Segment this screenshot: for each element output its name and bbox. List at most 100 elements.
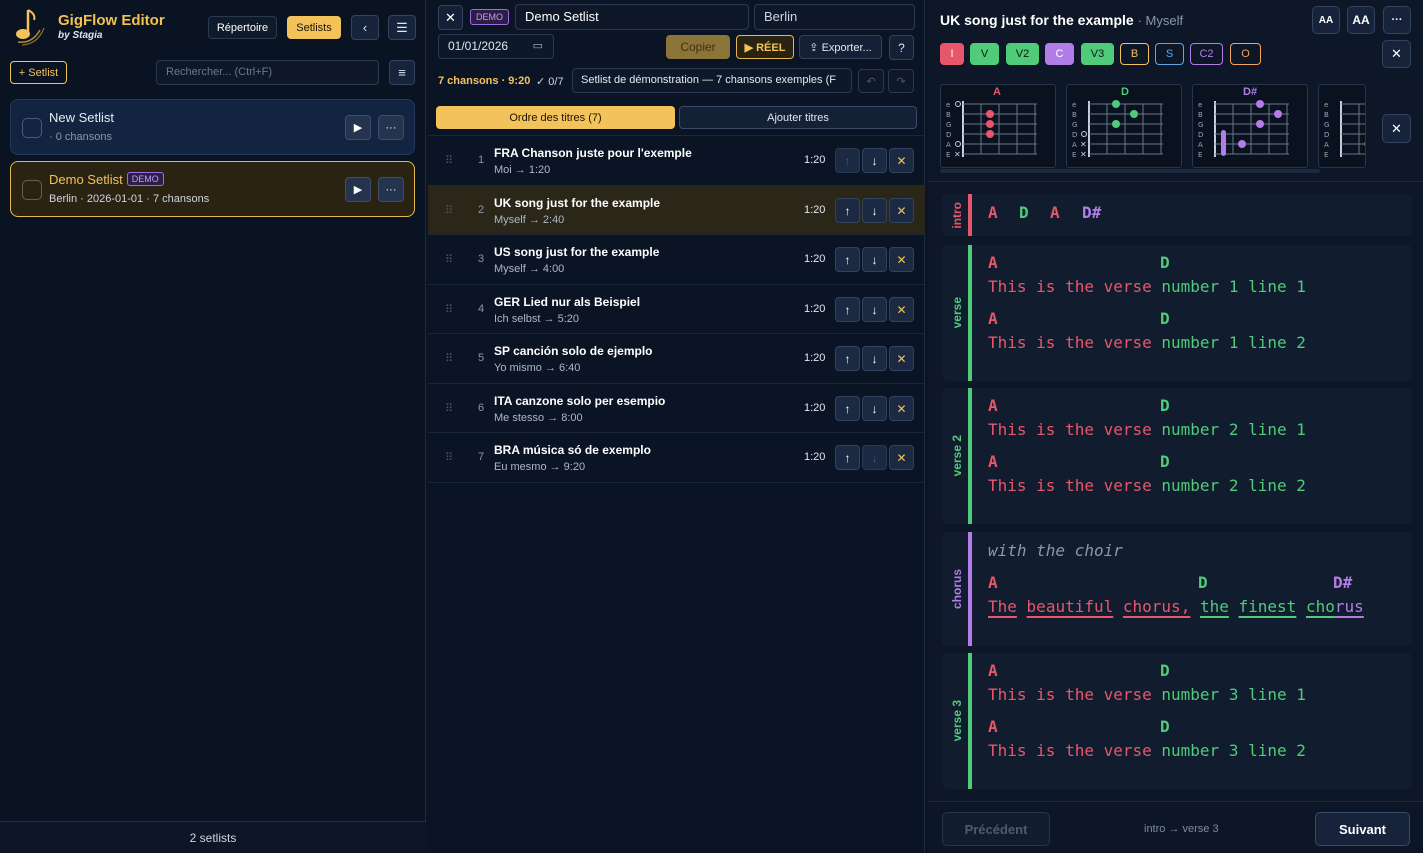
undo-icon: ↶ bbox=[866, 75, 876, 88]
song-row[interactable]: ⠿ 5 SP canción solo de ejemplo Yo mismo … bbox=[428, 333, 925, 382]
song-artist-time: Ich selbst → 5:20 bbox=[494, 313, 579, 325]
add-setlist-button[interactable]: + Setlist bbox=[10, 61, 67, 84]
setlist-card-selected[interactable]: Demo Setlist DEMO Berlin · 2026-01-01 · 7… bbox=[10, 161, 415, 217]
checkbox[interactable] bbox=[22, 118, 42, 138]
song-row[interactable]: ⠿ 4 GER Lied nur als Beispiel Ich selbst… bbox=[428, 284, 925, 333]
section-chip[interactable]: V bbox=[970, 43, 999, 65]
font-smaller-button[interactable]: AA bbox=[1312, 6, 1340, 34]
close-editor-button[interactable]: ✕ bbox=[438, 5, 463, 30]
section-chip[interactable]: C2 bbox=[1190, 43, 1223, 65]
more-button[interactable]: ··· bbox=[378, 177, 404, 202]
remove-song-button[interactable]: ✕ bbox=[889, 198, 914, 223]
move-up-button[interactable]: ↑ bbox=[835, 247, 860, 272]
section-verse: verse 3 A D This is the verse number 3 l… bbox=[942, 653, 1412, 789]
font-larger-button[interactable]: AA bbox=[1347, 6, 1375, 34]
section-chip[interactable]: V3 bbox=[1081, 43, 1114, 65]
svg-text:G: G bbox=[1072, 121, 1077, 129]
move-up-button[interactable]: ↑ bbox=[835, 445, 860, 470]
svg-text:E: E bbox=[1072, 151, 1076, 159]
hamburger-menu-icon: ☰ bbox=[396, 19, 408, 35]
move-down-button[interactable]: ↓ bbox=[862, 297, 887, 322]
drag-handle-icon[interactable]: ⠿ bbox=[445, 154, 453, 167]
svg-text:A: A bbox=[1198, 141, 1203, 149]
drag-handle-icon[interactable]: ⠿ bbox=[445, 303, 453, 316]
move-down-button[interactable]: ↓ bbox=[862, 445, 887, 470]
play-button[interactable]: ▶ bbox=[345, 115, 371, 140]
repertoire-button[interactable]: Répertoire bbox=[208, 16, 277, 39]
move-down-button[interactable]: ↓ bbox=[862, 396, 887, 421]
tab-add-songs[interactable]: Ajouter titres bbox=[679, 106, 917, 129]
move-down-button[interactable]: ↓ bbox=[862, 198, 887, 223]
setlists-button[interactable]: Setlists bbox=[287, 16, 341, 39]
remove-song-button[interactable]: ✕ bbox=[889, 445, 914, 470]
live-mode-button[interactable]: ▶ RÉEL bbox=[736, 35, 794, 59]
section-chip[interactable]: C bbox=[1045, 43, 1074, 65]
drag-handle-icon[interactable]: ⠿ bbox=[445, 204, 453, 217]
move-down-button[interactable]: ↓ bbox=[862, 148, 887, 173]
chord: A bbox=[988, 253, 998, 272]
next-button[interactable]: Suivant bbox=[1315, 812, 1410, 846]
move-up-button[interactable]: ↑ bbox=[835, 396, 860, 421]
section-chip[interactable]: I bbox=[940, 43, 964, 65]
remove-song-button[interactable]: ✕ bbox=[889, 247, 914, 272]
search-input[interactable]: Rechercher... (Ctrl+F) bbox=[156, 60, 379, 85]
drag-handle-icon[interactable]: ⠿ bbox=[445, 253, 453, 266]
help-button[interactable]: ? bbox=[889, 35, 914, 60]
lyric-part: This is the verse bbox=[988, 685, 1162, 704]
song-title: UK song just for the example bbox=[494, 196, 661, 210]
drag-handle-icon[interactable]: ⠿ bbox=[445, 352, 453, 365]
undo-button[interactable]: ↶ bbox=[858, 69, 884, 93]
setlist-name-input[interactable]: Demo Setlist bbox=[515, 4, 749, 30]
drag-handle-icon[interactable]: ⠿ bbox=[445, 451, 453, 464]
checkbox[interactable] bbox=[22, 180, 42, 200]
more-options-button[interactable]: ··· bbox=[1383, 6, 1411, 34]
play-button[interactable]: ▶ bbox=[345, 177, 371, 202]
drag-handle-icon[interactable]: ⠿ bbox=[445, 402, 453, 415]
remove-song-button[interactable]: ✕ bbox=[889, 396, 914, 421]
calendar-icon[interactable]: ▭ bbox=[533, 35, 543, 58]
close-icon: ✕ bbox=[896, 252, 907, 267]
copy-button[interactable]: Copier bbox=[666, 35, 730, 59]
move-up-button[interactable]: ↑ bbox=[835, 198, 860, 223]
chord: A bbox=[988, 396, 998, 415]
diagram-scrollbar[interactable] bbox=[940, 169, 1320, 173]
song-row[interactable]: ⠿ 7 BRA música só de exemplo Eu mesmo → … bbox=[428, 432, 925, 481]
section-chip[interactable]: B bbox=[1120, 43, 1149, 65]
remove-song-button[interactable]: ✕ bbox=[889, 346, 914, 371]
move-up-button[interactable]: ↑ bbox=[835, 297, 860, 322]
song-row[interactable]: ⠿ 1 FRA Chanson juste pour l'exemple Moi… bbox=[428, 135, 925, 184]
previous-button[interactable]: Précédent bbox=[942, 812, 1050, 846]
song-row[interactable]: ⠿ 6 ITA canzone solo per esempio Me stes… bbox=[428, 383, 925, 432]
chord-name: A bbox=[993, 86, 1001, 98]
move-up-button[interactable]: ↑ bbox=[835, 346, 860, 371]
section-chip[interactable]: O bbox=[1230, 43, 1261, 65]
upload-icon: ⇪ bbox=[809, 41, 822, 54]
section-chip[interactable]: V2 bbox=[1006, 43, 1039, 65]
export-button[interactable]: ⇪ Exporter... bbox=[799, 35, 882, 59]
description-input[interactable]: Setlist de démonstration — 7 chansons ex… bbox=[572, 68, 852, 93]
section-bar bbox=[968, 245, 972, 381]
move-down-button[interactable]: ↓ bbox=[862, 346, 887, 371]
song-row[interactable]: ⠿ 3 US song just for the example Myself … bbox=[428, 234, 925, 283]
redo-button[interactable]: ↷ bbox=[888, 69, 914, 93]
close-diagrams-button[interactable]: ✕ bbox=[1382, 114, 1411, 143]
setlist-title-text: Demo Setlist bbox=[49, 172, 123, 187]
remove-song-button[interactable]: ✕ bbox=[889, 148, 914, 173]
tab-song-order[interactable]: Ordre des titres (7) bbox=[436, 106, 675, 129]
collapse-sidebar-button[interactable]: ‹ bbox=[351, 15, 379, 40]
close-icon: ✕ bbox=[896, 351, 907, 366]
city-input[interactable]: Berlin bbox=[754, 4, 915, 30]
remove-song-button[interactable]: ✕ bbox=[889, 297, 914, 322]
move-down-button[interactable]: ↓ bbox=[862, 247, 887, 272]
section-chip[interactable]: S bbox=[1155, 43, 1184, 65]
lyric-word: chorus, bbox=[1122, 597, 1191, 616]
more-button[interactable]: ··· bbox=[378, 115, 404, 140]
lyric-part: This is the verse bbox=[988, 741, 1162, 760]
filter-button[interactable]: ≡ bbox=[389, 60, 415, 85]
close-viewer-button[interactable]: ✕ bbox=[1382, 40, 1411, 68]
setlist-card[interactable]: New Setlist · 0 chansons ▶ ··· bbox=[10, 99, 415, 155]
song-row[interactable]: ⠿ 2 UK song just for the example Myself … bbox=[428, 185, 925, 234]
menu-button[interactable]: ☰ bbox=[388, 15, 416, 40]
move-up-button[interactable]: ↑ bbox=[835, 148, 860, 173]
date-input[interactable]: 01/01/2026 ▭ bbox=[438, 34, 554, 59]
